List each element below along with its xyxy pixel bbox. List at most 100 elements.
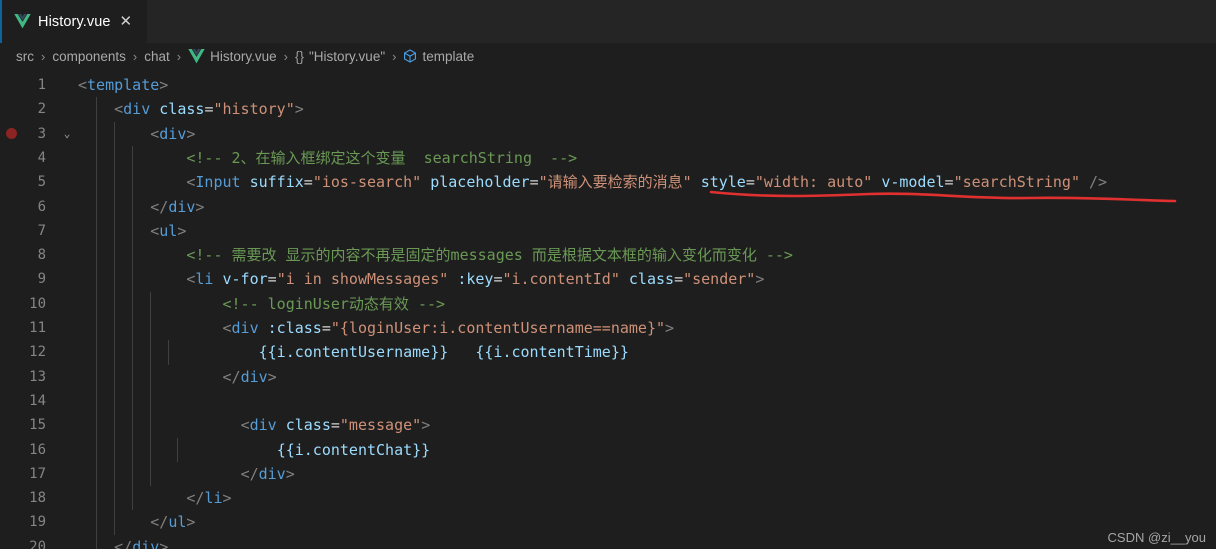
code-token-punc: > — [665, 319, 675, 337]
code-token-punc: < — [150, 221, 160, 240]
code-token-punc: < — [150, 124, 160, 143]
code-token-punc: /> — [1089, 173, 1108, 192]
line-number: 3 — [37, 125, 46, 142]
code-content[interactable]: <template> <div class="history"> <div> <… — [78, 69, 1216, 549]
vue-file-icon — [188, 48, 205, 63]
code-token-attr: suffix — [249, 173, 304, 192]
code-token-str: "ios-search" — [312, 173, 422, 192]
code-line: </li> — [78, 486, 232, 510]
breadcrumb-label: template — [422, 48, 475, 64]
breadcrumb-item-symbol-history-vue[interactable]: {} "History.vue" — [295, 49, 385, 64]
vscode-window: History.vue ✕ src › components › chat › … — [0, 0, 1216, 549]
code-token-tag: div — [159, 124, 187, 143]
code-token-punc: </ — [186, 489, 205, 508]
breadcrumb-item-history-vue[interactable]: History.vue — [188, 48, 277, 64]
editor-gutter[interactable]: 123456789101112131415161718192021 ⌄ — [0, 69, 78, 549]
code-token-punc: > — [222, 489, 232, 508]
code-token-attr: v-model — [881, 173, 945, 192]
line-number: 17 — [29, 465, 46, 482]
editor-tab-bar: History.vue ✕ — [0, 0, 1216, 43]
code-editor[interactable]: 123456789101112131415161718192021 ⌄ <tem… — [0, 69, 1216, 549]
code-token-punc: > — [755, 270, 765, 289]
code-line: <template> — [78, 73, 168, 97]
code-token-tag: div — [240, 367, 268, 386]
code-token-tag: div — [168, 197, 196, 216]
code-token-eq: = — [745, 173, 755, 192]
code-token-attr: style — [700, 173, 746, 192]
code-token-punc: > — [186, 124, 196, 143]
breadcrumb-item-symbol-template[interactable]: template — [403, 49, 474, 64]
breadcrumb-item-src[interactable]: src — [16, 49, 34, 64]
breadcrumb-label: "History.vue" — [309, 48, 386, 64]
code-token-str: "sender" — [683, 270, 756, 289]
watermark: CSDN @zi__you — [1107, 530, 1206, 545]
code-token-attr: placeholder — [430, 173, 530, 192]
tab-history-vue[interactable]: History.vue ✕ — [0, 0, 148, 43]
breadcrumb-item-chat[interactable]: chat — [144, 49, 170, 64]
line-number: 11 — [29, 320, 46, 336]
code-token-tag: li — [195, 270, 214, 289]
code-token-str: "searchString" — [953, 173, 1080, 192]
close-icon[interactable]: ✕ — [120, 14, 133, 29]
code-token-punc: > — [421, 416, 431, 435]
code-token-punc: > — [186, 513, 196, 532]
code-line: {{i.contentChat}} — [78, 438, 431, 462]
line-number: 9 — [37, 271, 46, 288]
code-token-cmt: <!-- 2、在输入框绑定这个变量 searchString --> — [186, 148, 578, 167]
code-token-eq: = — [321, 319, 331, 337]
line-number: 6 — [37, 198, 46, 215]
code-token-punc: > — [159, 76, 169, 94]
code-token-attr: class — [159, 100, 205, 119]
code-token-cmt: <!-- 需要改 显示的内容不再是固定的messages 而是根据文本框的输入变… — [186, 246, 793, 265]
code-line: </ul> — [78, 510, 195, 534]
code-line: <!-- 需要改 显示的内容不再是固定的messages 而是根据文本框的输入变… — [78, 243, 793, 267]
tab-label: History.vue — [38, 13, 111, 30]
line-number: 12 — [29, 344, 46, 361]
code-token-punc: > — [285, 464, 295, 483]
line-number: 1 — [37, 77, 46, 93]
code-line: </div> — [78, 535, 168, 549]
code-line: </div> — [78, 462, 295, 486]
code-line: <li v-for="i in showMessages" :key="i.co… — [78, 267, 764, 291]
code-token-attr: v-for — [222, 270, 268, 289]
code-line: <ul> — [78, 219, 186, 243]
line-number: 7 — [37, 222, 46, 239]
code-line: </div> — [78, 365, 277, 389]
code-token-tag: ul — [159, 221, 178, 240]
code-line: <!-- 2、在输入框绑定这个变量 searchString --> — [78, 146, 577, 170]
line-number: 18 — [29, 490, 46, 507]
braces-icon: {} — [294, 48, 305, 64]
breadcrumb-separator-icon: › — [41, 48, 46, 64]
code-token-punc: > — [294, 100, 304, 119]
code-token-punc: </ — [150, 197, 169, 216]
code-token-str: "请输入要检索的消息" — [538, 173, 692, 192]
code-token-str: "{loginUser:i.contentUsername==name}" — [330, 319, 666, 337]
code-token-str: "history" — [213, 100, 295, 119]
code-token-tag: div — [132, 537, 160, 549]
code-token-punc: < — [222, 319, 232, 337]
code-token-tag: div — [231, 319, 259, 337]
code-token-str: "width: auto" — [754, 173, 873, 192]
code-token-attr: :class — [267, 319, 322, 337]
code-token-punc: > — [177, 221, 187, 240]
line-number: 10 — [29, 295, 46, 312]
line-number: 8 — [37, 247, 46, 264]
code-token-punc: < — [78, 76, 88, 94]
chevron-down-icon[interactable]: ⌄ — [60, 122, 74, 146]
code-token-punc: > — [159, 537, 169, 549]
code-token-mus: {{i.contentUsername}} — [258, 343, 449, 362]
breadcrumb-separator-icon: › — [283, 48, 288, 64]
code-token-mus: {{i.contentChat}} — [276, 440, 431, 459]
code-token-eq: = — [529, 173, 539, 192]
breadcrumb-item-components[interactable]: components — [52, 49, 126, 64]
line-number: 19 — [29, 514, 46, 531]
code-token-mus: {{i.contentTime}} — [475, 343, 629, 362]
